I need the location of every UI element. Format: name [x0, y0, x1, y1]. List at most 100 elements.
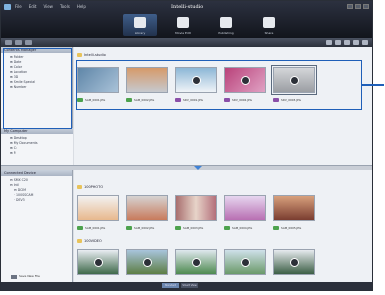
- file-name: SAM_0002.JPG: [134, 226, 155, 230]
- window-controls: [347, 4, 369, 9]
- save-icon: [11, 274, 17, 279]
- view-list-button[interactable]: [335, 40, 341, 45]
- publish-icon: [220, 17, 232, 28]
- tree-label: Intl: [13, 183, 19, 187]
- menu-bar: File Edit View Tools Help: [15, 4, 86, 10]
- view-grid-button[interactable]: [326, 40, 332, 45]
- smart-view-button[interactable]: Smart View: [181, 283, 198, 288]
- my-computer-tree: ⊞ Desktop ⊞ My Documents ⊞ C: ⊞ F:: [1, 134, 73, 158]
- tree-label: SMX C20: [13, 178, 28, 182]
- folder-group-header[interactable]: 100PHOTO: [77, 184, 103, 190]
- tab-publishing[interactable]: Publishing: [209, 14, 243, 36]
- folder-icon: [77, 53, 82, 57]
- menu-tools[interactable]: Tools: [60, 4, 70, 10]
- menu-help[interactable]: Help: [77, 4, 86, 10]
- status-bar: Standard Smart View: [1, 282, 372, 290]
- folder-group-header[interactable]: Intelli-studio: [77, 52, 106, 58]
- photo-badge-icon: [273, 226, 279, 230]
- thumbnail[interactable]: SAM_0005.JPG: [273, 195, 315, 231]
- tab-share[interactable]: Share: [252, 14, 286, 36]
- menu-edit[interactable]: Edit: [29, 4, 37, 10]
- callout-leader-line: [362, 84, 384, 86]
- folder-group-label: 100PHOTO: [84, 185, 104, 189]
- photo-badge-icon: [77, 226, 83, 230]
- connected-device-panel: Connected Device ⊟ SMX C20 ⊟ Intl ⊟ DCIM…: [1, 170, 73, 282]
- thumbnail[interactable]: [273, 249, 315, 275]
- menu-file[interactable]: File: [15, 4, 22, 10]
- rotate-button[interactable]: [362, 40, 368, 45]
- thumbnails-highlight: [76, 60, 362, 110]
- tab-movie-edit[interactable]: Movie Edit: [166, 14, 200, 36]
- toolbar: [1, 38, 372, 47]
- thumbnail[interactable]: SAM_0002.JPG: [126, 195, 168, 231]
- tree-label: DEV3: [16, 198, 25, 202]
- play-icon: [192, 258, 201, 267]
- thumbnail[interactable]: SAM_0004.JPG: [224, 195, 266, 231]
- app-icon: [4, 4, 11, 10]
- tree-item-dev3[interactable]: · DEV3: [5, 198, 68, 203]
- photo-badge-icon: [224, 226, 230, 230]
- library-browser-bottom: 100PHOTO SAM_0001.JPG SAM_0002.JPG SAM_0…: [74, 170, 372, 282]
- close-button[interactable]: [363, 4, 369, 9]
- photo-thumbnail: [77, 195, 119, 221]
- play-icon: [241, 258, 250, 267]
- tree-label: My Documents: [13, 141, 38, 145]
- delete-button[interactable]: [353, 40, 359, 45]
- play-icon: [290, 258, 299, 267]
- tree-label: C:: [13, 146, 17, 150]
- standard-mode-button[interactable]: Standard: [162, 283, 179, 288]
- library-icon: [134, 17, 146, 28]
- photo-badge-icon: [126, 226, 132, 230]
- zoom-slider[interactable]: [25, 40, 32, 45]
- menu-view[interactable]: View: [43, 4, 53, 10]
- folder-group-header[interactable]: 100VIDEO: [77, 238, 102, 244]
- thumbnail[interactable]: [77, 249, 119, 275]
- play-icon: [94, 258, 103, 267]
- tree-label: F:: [13, 151, 17, 155]
- photo-thumbnail: [224, 195, 266, 221]
- file-name: SAM_0004.JPG: [232, 226, 253, 230]
- tree-item-f-drive[interactable]: ⊞ F:: [5, 151, 69, 156]
- forward-button[interactable]: [15, 40, 22, 45]
- folder-icon: [77, 185, 82, 189]
- tree-label: Desktop: [13, 136, 27, 140]
- app-title: Intelli-studio: [171, 4, 204, 10]
- thumbnail-strip: [77, 249, 315, 275]
- thumbnail[interactable]: [126, 249, 168, 275]
- folder-group-label: Intelli-studio: [84, 53, 106, 57]
- maximize-button[interactable]: [355, 4, 361, 9]
- save-new-file-button[interactable]: Save New File: [11, 274, 40, 279]
- thumbnail[interactable]: SAM_0003.JPG: [175, 195, 217, 231]
- thumbnail-strip: SAM_0001.JPG SAM_0002.JPG SAM_0003.JPG S…: [77, 195, 315, 231]
- film-icon: [177, 17, 189, 28]
- folder-group-label: 100VIDEO: [84, 239, 102, 243]
- photo-badge-icon: [175, 226, 181, 230]
- tab-label: Library: [134, 31, 146, 35]
- tab-label: Movie Edit: [175, 31, 191, 35]
- photo-thumbnail: [175, 195, 217, 221]
- photo-thumbnail: [126, 195, 168, 221]
- folder-icon: [77, 239, 82, 243]
- file-name: SAM_0001.JPG: [85, 226, 106, 230]
- thumbnail[interactable]: [175, 249, 217, 275]
- app-window: File Edit View Tools Help Intelli-studio…: [0, 0, 373, 291]
- photo-thumbnail: [273, 195, 315, 221]
- tab-label: Share: [264, 31, 274, 35]
- title-bar: File Edit View Tools Help Intelli-studio…: [1, 1, 372, 38]
- my-computer-panel: My Computer ⊞ Desktop ⊞ My Documents ⊞ C…: [1, 128, 73, 165]
- mode-tabs: Library Movie Edit Publishing Share: [123, 14, 286, 36]
- tab-library[interactable]: Library: [123, 14, 157, 36]
- save-new-file-label: Save New File: [19, 274, 40, 278]
- sort-button[interactable]: [344, 40, 350, 45]
- tree-label: 100SSCAM: [16, 193, 34, 197]
- tab-label: Publishing: [218, 31, 234, 35]
- thumbnail[interactable]: SAM_0001.JPG: [77, 195, 119, 231]
- minimize-button[interactable]: [347, 4, 353, 9]
- connected-device-tree: ⊟ SMX C20 ⊟ Intl ⊟ DCIM · 100SSCAM · DEV…: [1, 176, 72, 205]
- file-name: SAM_0003.JPG: [183, 226, 204, 230]
- back-button[interactable]: [5, 40, 12, 45]
- file-name: SAM_0005.JPG: [281, 226, 302, 230]
- contents-manager-highlight: [3, 48, 72, 129]
- thumbnail[interactable]: [224, 249, 266, 275]
- tree-label: DCIM: [17, 188, 27, 192]
